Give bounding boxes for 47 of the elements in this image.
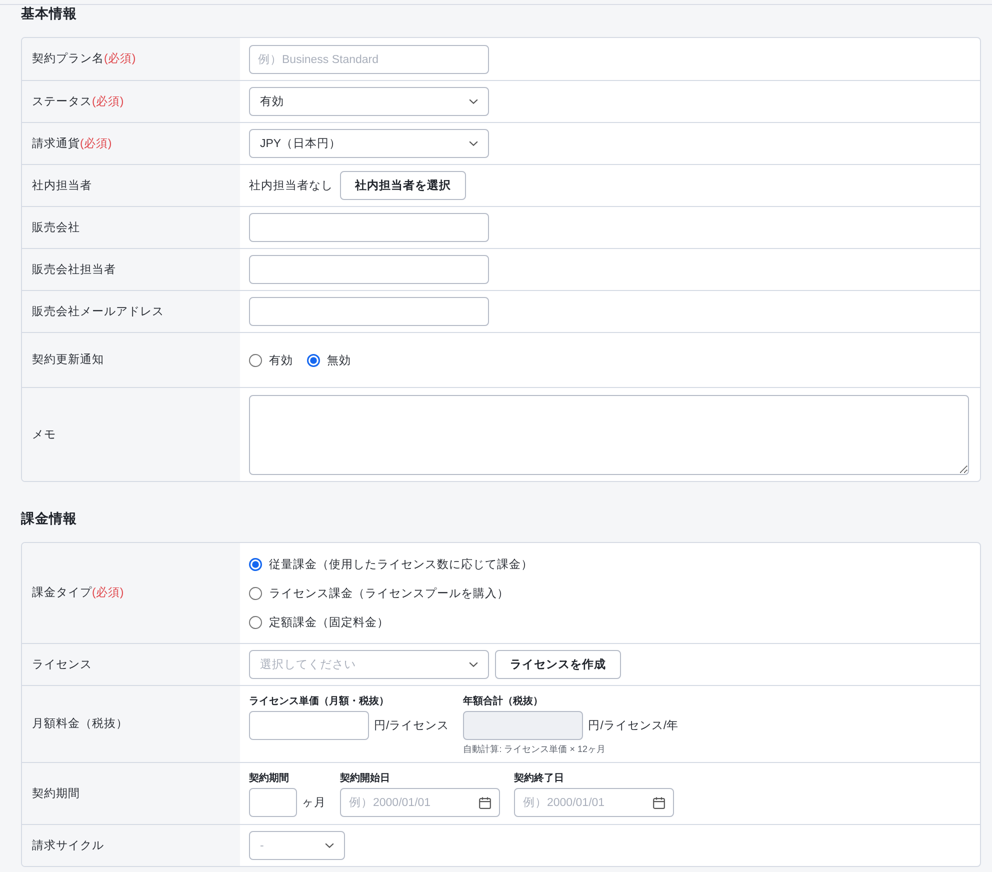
radio-option[interactable]: 有効 <box>249 352 293 368</box>
radio-option[interactable]: 従量課金（使用したライセンス数に応じて課金） <box>249 550 533 578</box>
field-label: ステータス(必須) <box>32 94 124 110</box>
text-input[interactable] <box>249 213 489 242</box>
field-label: 契約更新通知 <box>32 352 104 368</box>
field-label: ライセンス <box>32 658 92 672</box>
text-input[interactable] <box>249 297 489 326</box>
field-label: 課金タイプ(必須) <box>32 585 124 601</box>
hint-text: 自動計算: ライセンス単価 × 12ヶ月 <box>463 743 606 755</box>
chevron-down-icon <box>469 99 478 104</box>
field-caption: 契約期間 <box>249 772 290 785</box>
unit-text: 円/ライセンス <box>374 719 450 733</box>
field-label: 月額料金（税抜） <box>32 716 128 732</box>
number-input[interactable] <box>249 788 297 817</box>
select-dropdown[interactable]: JPY（日本円） <box>249 129 489 158</box>
status-text: 社内担当者なし <box>249 178 333 193</box>
field-label: 請求通貨(必須) <box>32 136 112 152</box>
unit-text: ヶ月 <box>302 796 326 810</box>
chevron-down-icon <box>325 843 334 848</box>
radio-option[interactable]: 定額課金（固定料金） <box>249 608 389 636</box>
unit-text: 円/ライセンス/年 <box>588 718 679 733</box>
field-label: 契約期間 <box>32 786 80 802</box>
calendar-icon <box>653 796 665 808</box>
field-caption: ライセンス単価（月額・税抜） <box>249 695 390 708</box>
field-label: 販売会社担当者 <box>32 262 116 278</box>
chevron-down-icon <box>469 141 478 146</box>
field-label: 販売会社メールアドレス <box>32 304 164 320</box>
chevron-down-icon <box>469 662 478 667</box>
field-caption: 年額合計（税抜） <box>463 695 544 708</box>
field-caption: 契約終了日 <box>514 772 565 785</box>
field-label: メモ <box>32 428 56 442</box>
text-input[interactable] <box>249 255 489 284</box>
radio-option[interactable]: 無効 <box>307 352 351 368</box>
field-label: 社内担当者 <box>32 178 92 194</box>
section-title: 基本情報 <box>21 5 78 23</box>
radio-option[interactable]: ライセンス課金（ライセンスプールを購入） <box>249 578 509 608</box>
action-button[interactable]: ライセンスを作成 <box>495 650 621 679</box>
field-caption: 契約開始日 <box>340 772 391 785</box>
field-label: 契約プラン名(必須) <box>32 51 136 67</box>
field-label: 請求サイクル <box>32 838 104 854</box>
select-dropdown[interactable]: 有効 <box>249 87 489 116</box>
textarea-field[interactable] <box>249 395 969 475</box>
section-title: 課金情報 <box>21 510 78 528</box>
amount-input[interactable] <box>249 711 369 740</box>
field-label: 販売会社 <box>32 220 80 236</box>
select-button[interactable]: 社内担当者を選択 <box>340 171 466 200</box>
calendar-icon <box>479 796 491 808</box>
